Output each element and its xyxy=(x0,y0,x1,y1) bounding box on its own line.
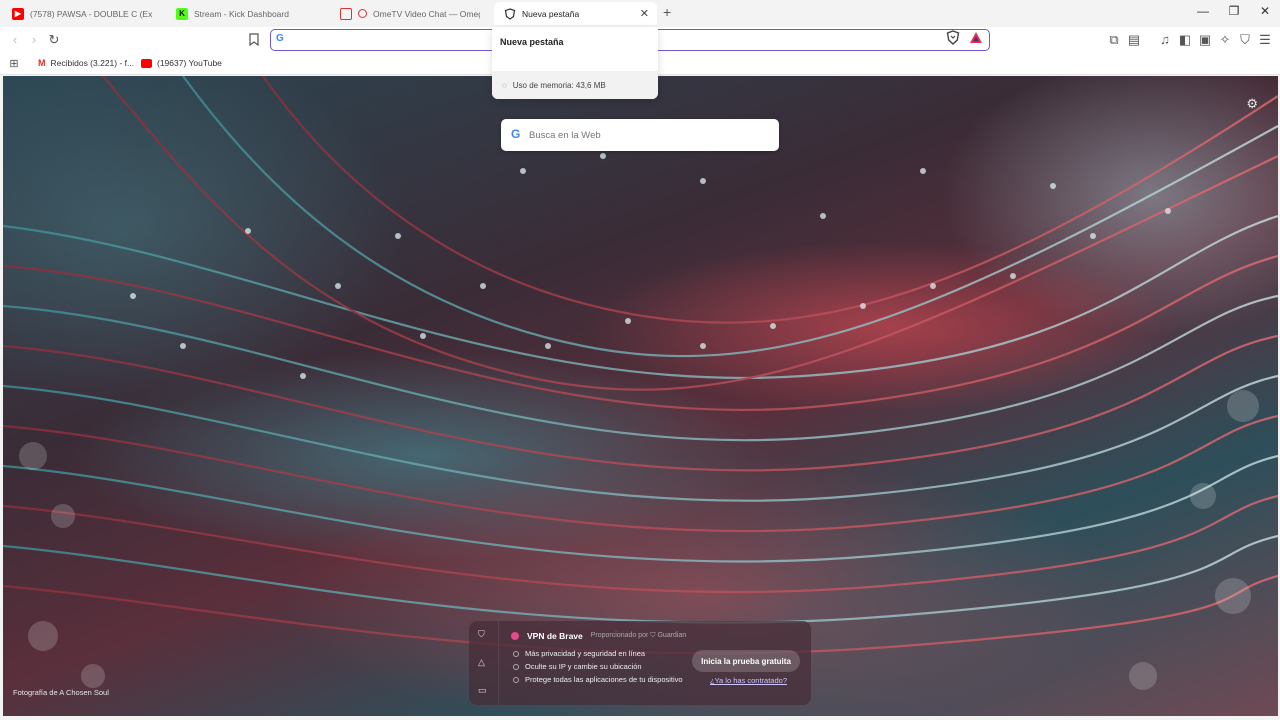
vpn-promo-card: ⛉ △ ▭ VPN de Brave Proporcionado por ⛉ G… xyxy=(469,621,811,705)
already-purchased-link[interactable]: ¿Ya lo has contratado? xyxy=(710,676,787,685)
maximize-button[interactable]: ❐ xyxy=(1224,4,1244,18)
vpn-feature: Protege todas las aplicaciones de tu dis… xyxy=(513,675,683,684)
reload-icon[interactable]: ↻ xyxy=(46,32,62,48)
wallet-icon[interactable]: ▤ xyxy=(1126,32,1142,48)
check-circle-icon xyxy=(513,676,519,683)
vpn-logo-icon xyxy=(511,632,519,640)
vpn-shield-icon[interactable]: ⛉ xyxy=(478,629,485,640)
vpn-feature: Oculte su IP y cambie su ubicación xyxy=(513,662,642,671)
google-icon: G xyxy=(276,33,284,44)
tab-title: Stream - Kick Dashboard xyxy=(194,8,289,19)
widget-switcher: ⛉ △ ▭ xyxy=(469,621,499,705)
kick-icon: K xyxy=(176,7,188,20)
new-tab-button[interactable]: + xyxy=(663,4,671,20)
brave-rewards-icon[interactable] xyxy=(969,31,983,44)
rewards-triangle-icon[interactable]: △ xyxy=(478,657,485,668)
hovercard-title: Nueva pestaña xyxy=(500,37,564,47)
bookmark-label: Recibidos (3.221) - f... xyxy=(50,58,135,68)
google-icon: G xyxy=(511,127,521,141)
forward-icon[interactable]: › xyxy=(26,32,42,48)
brave-shields-icon[interactable] xyxy=(946,30,960,45)
check-circle-icon xyxy=(513,650,519,657)
recording-icon xyxy=(358,9,367,18)
new-tab-page: ⚙ G Fotografía de A Chosen Soul xyxy=(3,76,1278,716)
gmail-icon: M xyxy=(38,58,46,68)
tab-title: OmeTV Video Chat — Omegle R xyxy=(373,8,480,19)
memory-icon: ◌ xyxy=(502,80,507,90)
tab-strip: ▶ (7578) PAWSA - DOUBLE C (Extende K Str… xyxy=(0,0,1280,27)
tab-title: Nueva pestaña xyxy=(522,8,580,19)
background-wallpaper xyxy=(3,76,1278,690)
vpn-feature-text: Protege todas las aplicaciones de tu dis… xyxy=(525,675,683,684)
back-icon[interactable]: ‹ xyxy=(7,32,23,48)
close-tab-icon[interactable]: ✕ xyxy=(640,7,649,20)
leo-ai-icon[interactable]: ✧ xyxy=(1217,32,1233,48)
vpn-title: VPN de Brave xyxy=(527,631,583,641)
bookmark-label: (19637) YouTube xyxy=(157,58,222,68)
search-input[interactable] xyxy=(529,125,759,145)
close-window-button[interactable]: ✕ xyxy=(1255,4,1275,18)
web-search-box[interactable]: G xyxy=(501,119,779,151)
vpn-feature-text: Más privacidad y seguridad en línea xyxy=(525,649,646,658)
memory-usage-text: Uso de memoria: 43,6 MB xyxy=(512,80,606,90)
tab-ometv[interactable]: OmeTV Video Chat — Omegle R xyxy=(330,2,490,25)
vpn-feature-text: Oculte su IP y cambie su ubicación xyxy=(525,662,642,671)
crypto-wallet-icon[interactable]: ▣ xyxy=(1197,32,1213,48)
start-trial-button[interactable]: Inicia la prueba gratuita xyxy=(692,650,800,672)
extensions-icon[interactable]: ⧉ xyxy=(1106,32,1122,48)
youtube-icon xyxy=(141,58,152,68)
vpn-feature: Más privacidad y seguridad en línea xyxy=(513,649,645,658)
vpn-provider: Proporcionado por ⛉ Guardian xyxy=(590,632,687,639)
check-circle-icon xyxy=(513,663,519,670)
tab-new-tab[interactable]: Nueva pestaña ✕ xyxy=(494,2,657,25)
bookmark-icon[interactable] xyxy=(249,33,259,46)
bookmark-youtube[interactable]: (19637) YouTube xyxy=(141,58,222,68)
bookmark-gmail[interactable]: M Recibidos (3.221) - f... xyxy=(38,58,134,68)
tab-title: (7578) PAWSA - DOUBLE C (Extende xyxy=(30,8,152,19)
brave-shield-icon xyxy=(504,7,516,20)
memory-usage: ◌ Uso de memoria: 43,6 MB xyxy=(492,71,658,99)
apps-grid-icon[interactable]: ⊞ xyxy=(6,56,22,72)
photo-credit[interactable]: Fotografía de A Chosen Soul xyxy=(13,688,109,697)
menu-icon[interactable]: ☰ xyxy=(1257,32,1273,48)
sidebar-icon[interactable]: ◧ xyxy=(1177,32,1193,48)
minimize-button[interactable]: — xyxy=(1193,4,1213,18)
vpn-icon[interactable]: ⛉ xyxy=(1237,32,1253,48)
gear-icon[interactable]: ⚙ xyxy=(1246,96,1258,112)
media-icon[interactable]: ♫ xyxy=(1157,32,1173,48)
talk-icon[interactable]: ▭ xyxy=(478,685,487,696)
youtube-icon: ▶ xyxy=(12,7,24,20)
tab-youtube-pawsa[interactable]: ▶ (7578) PAWSA - DOUBLE C (Extende xyxy=(2,2,162,25)
tab-kick-dashboard[interactable]: K Stream - Kick Dashboard xyxy=(166,2,326,25)
vpn-title-row: VPN de Brave Proporcionado por ⛉ Guardia… xyxy=(511,631,686,641)
window-icon xyxy=(340,7,352,20)
tab-hover-card: Nueva pestaña ◌ Uso de memoria: 43,6 MB xyxy=(492,27,658,99)
